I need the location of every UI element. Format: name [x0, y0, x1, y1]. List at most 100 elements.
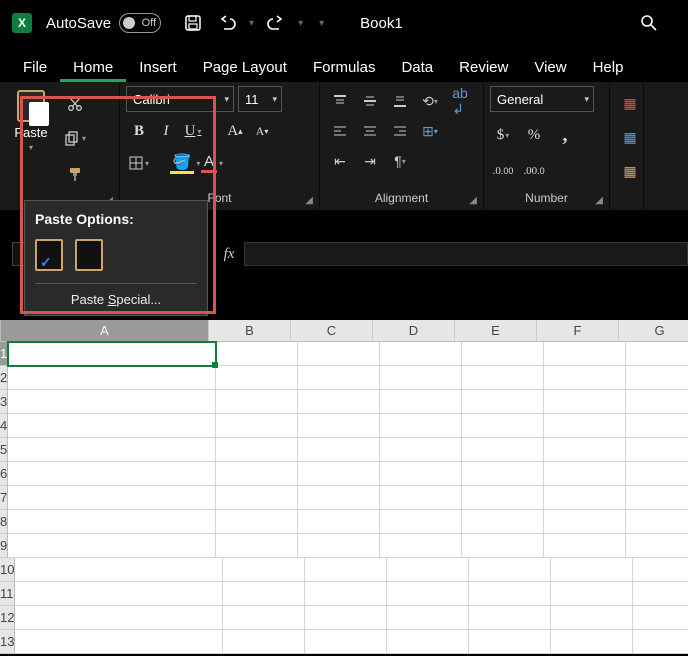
col-header-C[interactable]: C: [291, 320, 373, 342]
cell[interactable]: [633, 630, 688, 654]
worksheet-grid[interactable]: A B C D E F G 12345678910111213: [0, 320, 688, 654]
tab-home[interactable]: Home: [60, 51, 126, 82]
orientation-button[interactable]: ⟲▾: [416, 88, 444, 114]
cell[interactable]: [551, 582, 633, 606]
cell[interactable]: [544, 438, 626, 462]
row-header[interactable]: 10: [0, 558, 15, 582]
align-middle-button[interactable]: [356, 88, 384, 114]
cell[interactable]: [8, 366, 216, 390]
cell[interactable]: [626, 486, 688, 510]
cell[interactable]: [216, 390, 298, 414]
format-painter-button[interactable]: [60, 161, 90, 187]
cell[interactable]: [305, 558, 387, 582]
row-header[interactable]: 8: [0, 510, 8, 534]
cell[interactable]: [469, 630, 551, 654]
cell[interactable]: [469, 606, 551, 630]
cell[interactable]: [223, 582, 305, 606]
cell[interactable]: [551, 558, 633, 582]
cell[interactable]: [15, 558, 223, 582]
align-center-button[interactable]: [356, 118, 384, 144]
cell[interactable]: [544, 390, 626, 414]
col-header-B[interactable]: B: [209, 320, 291, 342]
cell[interactable]: [305, 630, 387, 654]
save-icon[interactable]: [181, 11, 205, 35]
undo-button[interactable]: [215, 11, 239, 35]
redo-button[interactable]: [264, 11, 288, 35]
cell-styles-button[interactable]: ▦: [616, 158, 644, 184]
autosave-toggle[interactable]: Off: [119, 13, 161, 33]
formula-bar[interactable]: [244, 242, 688, 266]
percent-format-button[interactable]: %: [521, 122, 547, 148]
cell[interactable]: [551, 630, 633, 654]
tab-data[interactable]: Data: [388, 51, 446, 82]
cell[interactable]: [462, 366, 544, 390]
row-header[interactable]: 11: [0, 582, 15, 606]
increase-font-button[interactable]: A▴: [222, 118, 248, 144]
tab-help[interactable]: Help: [580, 51, 637, 82]
cell[interactable]: [626, 510, 688, 534]
paste-button[interactable]: Paste ▾: [6, 86, 56, 188]
font-color-button[interactable]: A▾: [199, 150, 225, 176]
cell[interactable]: [216, 486, 298, 510]
cell[interactable]: [633, 582, 688, 606]
cut-button[interactable]: [60, 91, 90, 117]
row-header[interactable]: 9: [0, 534, 8, 558]
row-header[interactable]: 2: [0, 366, 8, 390]
tab-insert[interactable]: Insert: [126, 51, 190, 82]
search-icon[interactable]: [640, 14, 658, 32]
format-as-table-button[interactable]: ▦: [616, 124, 644, 150]
cell[interactable]: [544, 486, 626, 510]
alignment-dialog-launcher[interactable]: ◢: [469, 195, 477, 206]
fill-color-button[interactable]: 🪣▾: [172, 150, 198, 176]
cell[interactable]: [626, 342, 688, 366]
cell[interactable]: [298, 342, 380, 366]
col-header-G[interactable]: G: [619, 320, 688, 342]
number-dialog-launcher[interactable]: ◢: [595, 195, 603, 206]
tab-file[interactable]: File: [10, 51, 60, 82]
cell[interactable]: [544, 342, 626, 366]
cell[interactable]: [626, 438, 688, 462]
cell[interactable]: [216, 462, 298, 486]
cell[interactable]: [380, 342, 462, 366]
paste-special-menu-item[interactable]: Paste Special...: [35, 283, 197, 307]
row-header[interactable]: 6: [0, 462, 8, 486]
cell[interactable]: [380, 510, 462, 534]
cell[interactable]: [8, 390, 216, 414]
cell[interactable]: [626, 534, 688, 558]
row-header[interactable]: 7: [0, 486, 8, 510]
merge-button[interactable]: ⊞▾: [416, 118, 444, 144]
row-header[interactable]: 5: [0, 438, 8, 462]
autosave-control[interactable]: AutoSave Off: [46, 13, 161, 33]
cell[interactable]: [626, 462, 688, 486]
cell[interactable]: [626, 390, 688, 414]
cell[interactable]: [469, 582, 551, 606]
cell[interactable]: [8, 438, 216, 462]
font-size-combo[interactable]: 11▾: [238, 86, 282, 112]
tab-view[interactable]: View: [521, 51, 579, 82]
decrease-font-button[interactable]: A▾: [249, 118, 275, 144]
cell[interactable]: [633, 606, 688, 630]
cell[interactable]: [462, 486, 544, 510]
row-header[interactable]: 12: [0, 606, 15, 630]
fx-icon[interactable]: fx: [214, 246, 244, 263]
cell[interactable]: [462, 438, 544, 462]
decrease-indent-button[interactable]: ⇤: [326, 148, 354, 174]
qat-customize-dropdown[interactable]: ▾: [319, 18, 324, 29]
bold-button[interactable]: B: [126, 118, 152, 144]
cell[interactable]: [223, 630, 305, 654]
cell[interactable]: [462, 534, 544, 558]
rtl-button[interactable]: ¶▾: [386, 148, 414, 174]
col-header-D[interactable]: D: [373, 320, 455, 342]
cell[interactable]: [305, 606, 387, 630]
align-top-button[interactable]: [326, 88, 354, 114]
cell[interactable]: [8, 510, 216, 534]
cell[interactable]: [223, 606, 305, 630]
row-header[interactable]: 3: [0, 390, 8, 414]
cell[interactable]: [462, 414, 544, 438]
cell[interactable]: [216, 534, 298, 558]
cell[interactable]: [626, 366, 688, 390]
cell[interactable]: [298, 414, 380, 438]
wrap-text-button[interactable]: ab↲: [446, 88, 474, 114]
paste-dropdown-icon[interactable]: ▾: [29, 143, 33, 152]
paste-option-keep-source[interactable]: [35, 239, 63, 271]
